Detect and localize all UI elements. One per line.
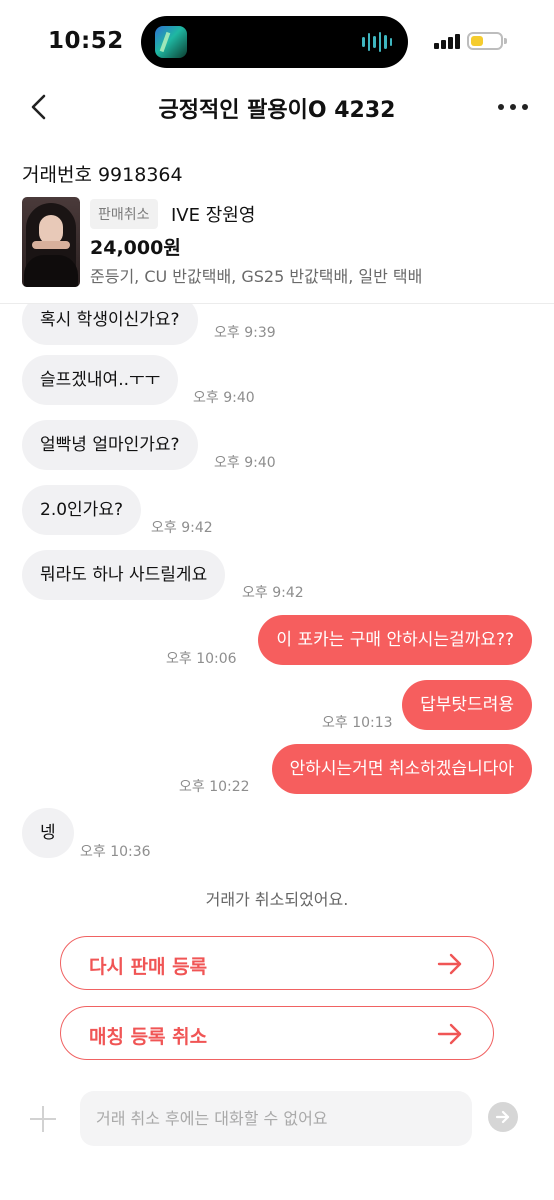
message-input[interactable] <box>80 1091 472 1146</box>
more-horizontal-icon <box>498 104 504 110</box>
message-time: 오후 9:39 <box>214 325 276 341</box>
message-bubble-incoming: 넹 <box>22 808 74 858</box>
message-list[interactable]: 혹시 학생이신가요? 오후 9:39 슬프겠내여..ㅜㅜ 오후 9:40 얼빡녕… <box>0 304 554 884</box>
cancel-matching-button-label: 매칭 등록 취소 <box>89 1026 208 1048</box>
status-badge: 판매취소 <box>90 199 158 229</box>
back-button[interactable] <box>26 92 54 122</box>
status-time: 10:52 <box>48 28 124 54</box>
system-notice: 거래가 취소되었어요. <box>205 890 349 909</box>
message-time: 오후 9:42 <box>151 520 213 536</box>
chevron-left-icon <box>31 94 46 120</box>
arrow-right-icon <box>437 1023 462 1045</box>
message-bubble-outgoing: 이 포카는 구매 안하시는걸까요?? <box>258 615 532 665</box>
message-bubble-incoming: 얼빡녕 얼마인가요? <box>22 420 198 470</box>
product-price: 24,000원 <box>90 237 181 259</box>
product-thumbnail[interactable] <box>22 197 80 287</box>
message-time: 오후 9:40 <box>214 455 276 471</box>
send-button[interactable] <box>488 1102 518 1132</box>
message-bubble-incoming: 2.0인가요? <box>22 485 141 535</box>
message-bubble-outgoing: 답부탓드려용 <box>402 680 532 730</box>
cellular-signal-icon <box>434 33 460 49</box>
trade-number: 거래번호 9918364 <box>22 164 183 186</box>
status-bar: 10:52 <box>0 0 554 80</box>
relist-button[interactable]: 다시 판매 등록 <box>60 936 494 990</box>
attach-plus-icon[interactable] <box>30 1106 56 1132</box>
message-time: 오후 10:13 <box>322 715 393 731</box>
message-bubble-incoming: 슬프겠내여..ㅜㅜ <box>22 355 179 405</box>
product-name: IVE 장원영 <box>171 205 256 226</box>
chat-header: 긍정적인 팔용이O 4232 <box>0 82 554 132</box>
battery-icon <box>467 32 507 50</box>
message-time: 오후 10:06 <box>166 651 237 667</box>
relist-button-label: 다시 판매 등록 <box>89 956 208 978</box>
chat-partner-name: 긍정적인 팔용이O 4232 <box>158 98 396 123</box>
message-bubble-incoming: 혹시 학생이신가요? <box>22 304 198 345</box>
message-time: 오후 9:42 <box>242 585 304 601</box>
cancel-matching-button[interactable]: 매칭 등록 취소 <box>60 1006 494 1060</box>
now-playing-album-icon <box>155 26 187 58</box>
message-time: 오후 9:40 <box>193 390 255 406</box>
message-time: 오후 10:36 <box>80 844 151 860</box>
arrow-right-icon <box>437 953 462 975</box>
dynamic-island[interactable] <box>141 16 408 68</box>
message-bubble-incoming: 뭐라도 하나 사드릴게요 <box>22 550 226 600</box>
message-bubble-outgoing: 안하시는거면 취소하겠습니다아 <box>271 744 532 794</box>
audio-wave-icon <box>362 31 392 53</box>
more-options-button[interactable] <box>498 94 528 120</box>
shipping-methods: 준등기, CU 반값택배, GS25 반값택배, 일반 택배 <box>90 267 423 286</box>
message-time: 오후 10:22 <box>179 779 250 795</box>
send-arrow-icon <box>495 1110 510 1124</box>
